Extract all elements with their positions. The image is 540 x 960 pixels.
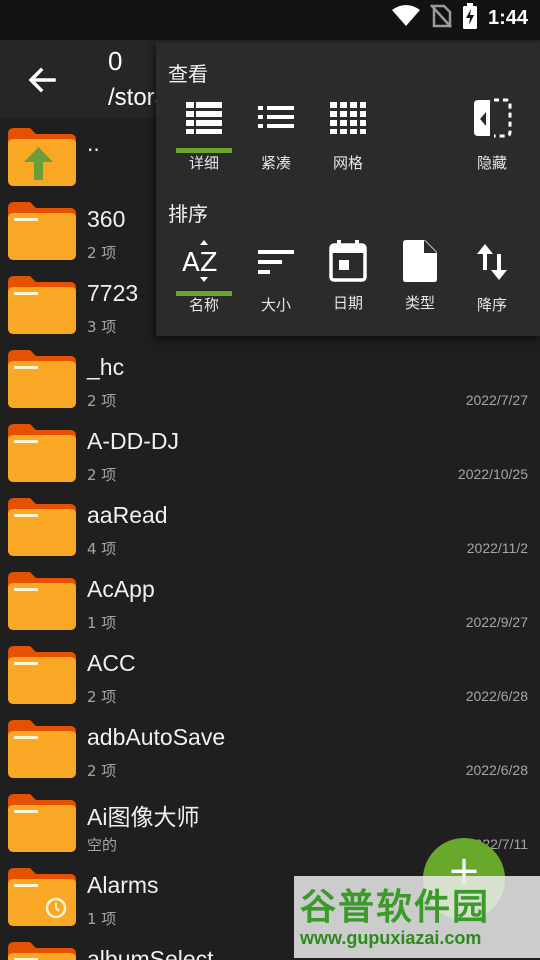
toggle-hidden-label: 隐藏 [476, 154, 507, 172]
sort-section-title: 排序 [168, 202, 208, 226]
sort-size-icon [240, 242, 312, 282]
sort-descending-label: 降序 [476, 296, 507, 314]
view-grid-label: 网格 [332, 154, 363, 172]
item-count: 2 项 [87, 392, 117, 410]
sort-date-button[interactable]: 日期 [312, 240, 384, 313]
modified-date: 2022/6/28 [465, 762, 528, 778]
modified-date: 2022/7/27 [465, 392, 528, 408]
sort-az-icon: AZ [168, 240, 240, 282]
folder-icon [8, 794, 76, 852]
list-item[interactable]: ACC 2 项 2022/6/28 [0, 636, 540, 710]
view-details-label: 详细 [188, 154, 219, 172]
file-name: A-DD-DJ [87, 428, 179, 454]
view-compact-label: 紧凑 [260, 154, 291, 172]
item-count: 1 项 [87, 614, 117, 632]
calendar-icon [312, 240, 384, 282]
watermark-title: 谷普软件园 [300, 887, 491, 928]
file-name: adbAutoSave [87, 724, 226, 750]
status-time: 1:44 [487, 6, 528, 29]
arrow-left-icon [22, 67, 62, 104]
item-count: 2 项 [87, 762, 117, 780]
folder-icon [8, 276, 76, 334]
file-name: Alarms [87, 872, 159, 898]
grid-view-icon [312, 100, 384, 134]
view-section-title: 查看 [168, 62, 208, 86]
file-name: _hc [87, 354, 125, 380]
file-type-icon [384, 240, 456, 282]
sort-desc-icon [456, 242, 528, 282]
item-count: 2 项 [87, 244, 117, 262]
hidden-toggle-icon [456, 98, 528, 138]
modified-date: 2022/9/27 [465, 614, 528, 630]
list-item[interactable]: _hc 2 项 2022/7/27 [0, 340, 540, 414]
compact-list-icon [240, 100, 312, 134]
sort-descending-button[interactable]: 降序 [456, 242, 528, 315]
sort-size-button[interactable]: 大小 [240, 242, 312, 315]
file-name: ACC [87, 650, 136, 676]
watermark-url: www.gupuxiazai.com [300, 928, 482, 948]
folder-icon [8, 202, 76, 260]
view-options-popup: 查看 详细 紧凑 网格 隐藏 排序 AZ 名称 大小 日期 类型 降序 [156, 42, 540, 336]
status-bar: 1:44 [0, 0, 540, 40]
modified-date: 2022/6/28 [465, 688, 528, 704]
list-item[interactable]: aaRead 4 项 2022/11/2 [0, 488, 540, 562]
file-name: aaRead [87, 502, 168, 528]
item-count: 3 项 [87, 318, 117, 336]
folder-icon [8, 498, 76, 556]
file-name: Ai图像大师 [87, 804, 200, 830]
svg-text:AZ: AZ [182, 248, 218, 278]
item-count: 2 项 [87, 466, 117, 484]
file-name: AcApp [87, 576, 155, 602]
modified-date: 2022/11/2 [466, 540, 528, 556]
watermark: 谷普软件园 www.gupuxiazai.com [294, 876, 540, 958]
item-count: 2 项 [87, 688, 117, 706]
list-item[interactable]: A-DD-DJ 2 项 2022/10/25 [0, 414, 540, 488]
selected-indicator [176, 291, 232, 296]
folder-icon [8, 424, 76, 482]
file-name: 360 [87, 206, 126, 232]
folder-icon [8, 720, 76, 778]
sort-type-button[interactable]: 类型 [384, 240, 456, 313]
sort-date-label: 日期 [332, 294, 363, 312]
sort-name-label: 名称 [188, 296, 219, 314]
selected-indicator [176, 148, 232, 153]
status-icons: 1:44 [391, 0, 528, 36]
details-view-icon [168, 100, 240, 134]
folder-up-icon [8, 128, 76, 186]
folder-icon [8, 942, 76, 960]
list-item[interactable]: AcApp 1 项 2022/9/27 [0, 562, 540, 636]
folder-icon [8, 572, 76, 630]
back-button[interactable] [22, 60, 62, 100]
view-details-button[interactable]: 详细 [168, 100, 240, 173]
wifi-icon [391, 5, 420, 31]
modified-date: 2022/10/25 [457, 466, 528, 482]
item-count: 空的 [87, 836, 118, 854]
sort-type-label: 类型 [404, 294, 435, 312]
sort-size-label: 大小 [260, 296, 291, 314]
view-grid-button[interactable]: 网格 [312, 100, 384, 173]
item-count: 4 项 [87, 540, 117, 558]
folder-icon [8, 350, 76, 408]
file-name: .. [87, 130, 100, 156]
view-compact-button[interactable]: 紧凑 [240, 100, 312, 173]
folder-alarm-icon [8, 868, 76, 926]
file-name: 7723 [87, 280, 139, 306]
list-item[interactable]: adbAutoSave 2 项 2022/6/28 [0, 710, 540, 784]
toggle-hidden-button[interactable]: 隐藏 [456, 98, 528, 173]
no-sim-icon [430, 4, 452, 32]
folder-icon [8, 646, 76, 704]
battery-charging-icon [462, 3, 478, 33]
sort-name-button[interactable]: AZ 名称 [168, 240, 240, 315]
item-count: 1 项 [87, 910, 117, 928]
file-name: albumSelect [87, 946, 214, 960]
selection-count: 0 [108, 46, 123, 76]
